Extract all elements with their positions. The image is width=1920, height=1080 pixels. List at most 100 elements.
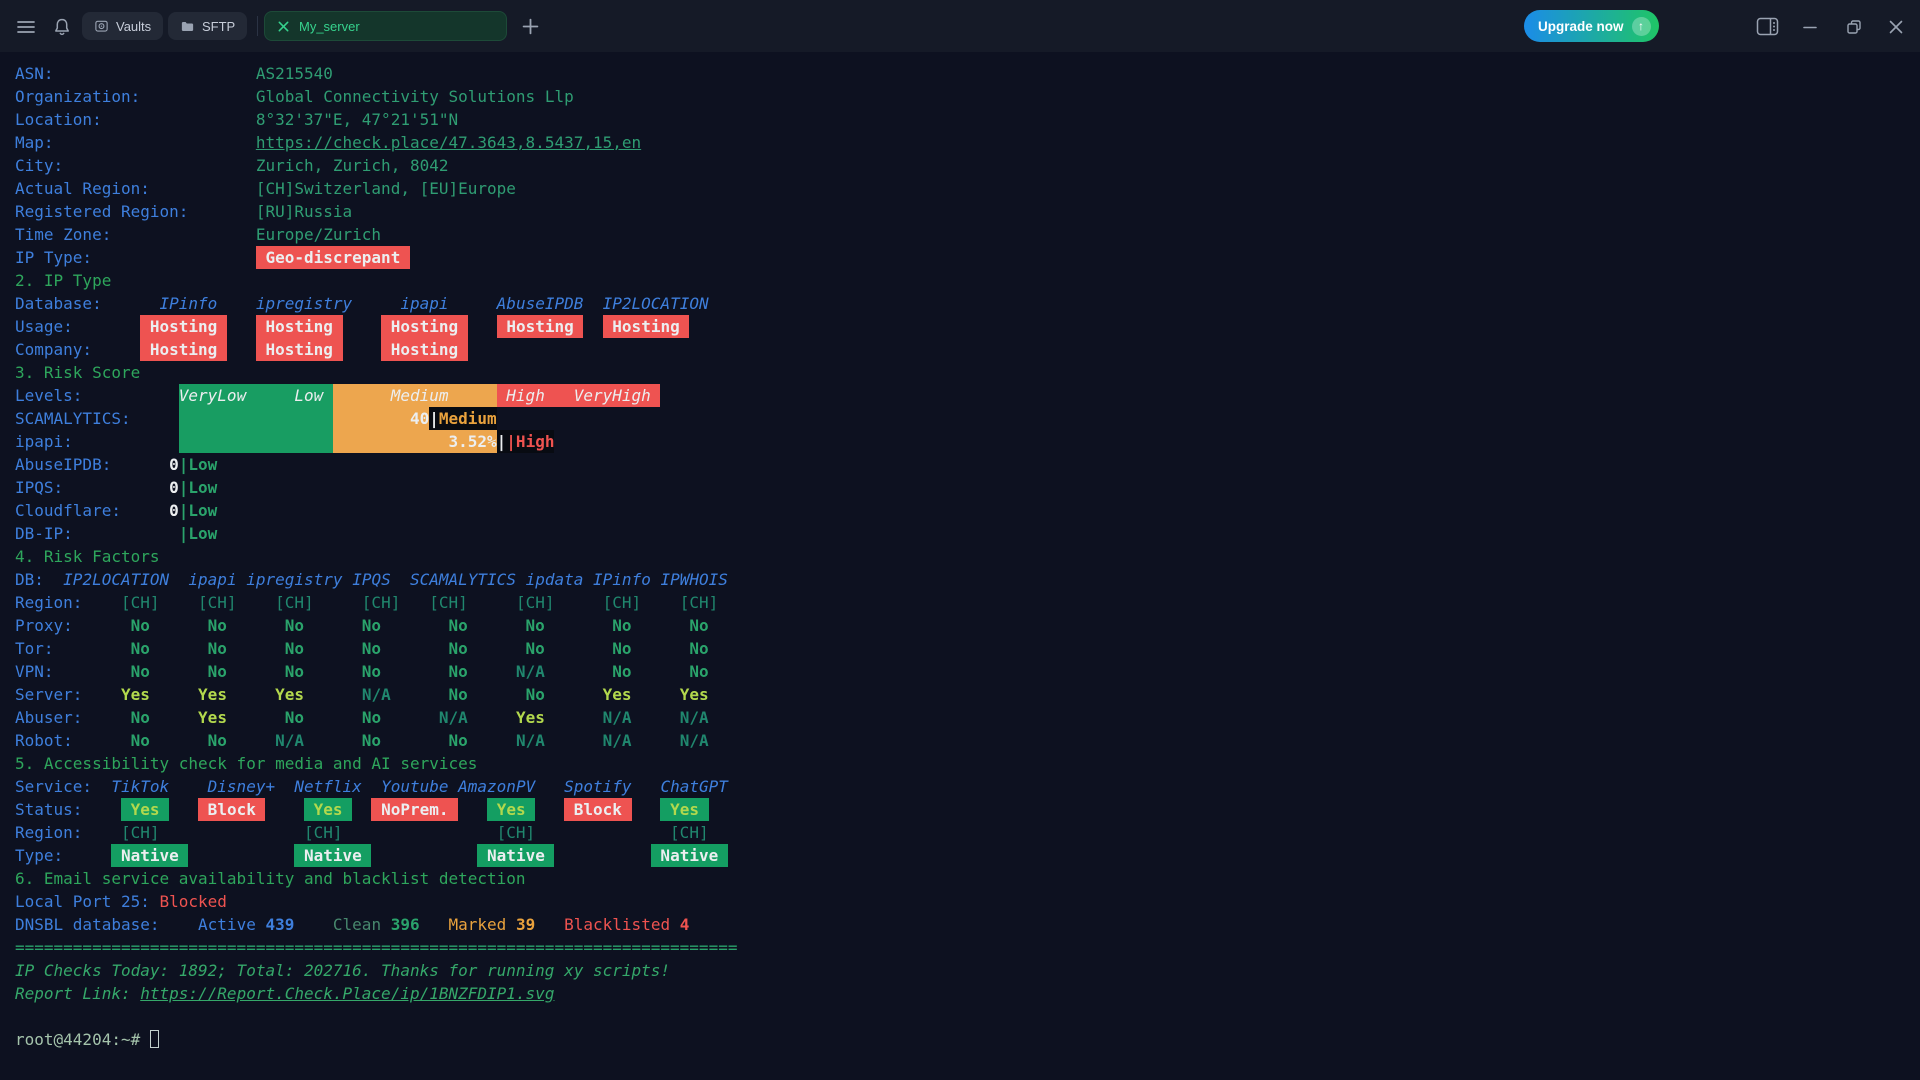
terminal-spacer (169, 568, 188, 591)
terminal-text: No (612, 637, 631, 660)
terminal-spacer (381, 637, 448, 660)
terminal-spacer (54, 62, 256, 85)
terminal-spacer (545, 729, 603, 752)
terminal-text: N/A (603, 729, 632, 752)
terminal-spacer (73, 522, 179, 545)
terminal-spacer (304, 614, 362, 637)
terminal-spacer (352, 292, 400, 315)
terminal-spacer (371, 844, 477, 867)
terminal-text: High VeryHigh (497, 384, 661, 407)
restore-window-icon[interactable] (1846, 19, 1862, 35)
close-window-icon[interactable] (1888, 19, 1904, 35)
terminal-text: Robot: (15, 729, 73, 752)
terminal-text: Hosting (256, 338, 343, 361)
terminal-text: VPN: (15, 660, 54, 683)
folder-icon (180, 19, 195, 34)
terminal-text: No (448, 660, 467, 683)
sidebar-toggle-icon[interactable] (1756, 17, 1779, 36)
terminal-spacer (54, 637, 131, 660)
terminal-text: Service: (15, 775, 92, 798)
terminal-text: Block (564, 798, 631, 821)
sftp-button[interactable]: SFTP (168, 12, 247, 40)
terminal-spacer (583, 315, 602, 338)
terminal-spacer (314, 591, 362, 614)
terminal-spacer (545, 614, 612, 637)
terminal-spacer (160, 913, 199, 936)
terminal-text: 39 (516, 913, 535, 936)
terminal-text: Cloudflare: (15, 499, 121, 522)
hamburger-menu-icon[interactable] (16, 17, 36, 37)
terminal-spacer (381, 729, 448, 752)
terminal-spacer (54, 131, 256, 154)
tab-label: My_server (299, 19, 360, 34)
terminal-text: Global Connectivity Solutions Llp (256, 85, 574, 108)
terminal-text: DNSBL database: (15, 913, 160, 936)
terminal-text: N/A (680, 706, 709, 729)
report-link[interactable]: https://Report.Check.Place/ip/1BNZFDIP1.… (140, 982, 554, 1005)
terminal-text: root@44204:~# (15, 1028, 150, 1051)
terminal-spacer (150, 177, 256, 200)
terminal-line: Server: Yes Yes Yes N/A No No Yes Yes (15, 683, 737, 706)
terminal-spacer (458, 798, 487, 821)
terminal-line: Actual Region: [CH]Switzerland, [EU]Euro… (15, 177, 737, 200)
terminal-text: [CH] (121, 821, 160, 844)
close-tab-icon[interactable] (277, 20, 290, 33)
terminal-spacer (227, 683, 275, 706)
terminal-text: Marked (449, 913, 516, 936)
terminal-spacer (82, 384, 178, 407)
terminal-spacer (73, 614, 131, 637)
terminal-spacer (275, 775, 294, 798)
terminal-text: Database: (15, 292, 102, 315)
terminal-spacer (632, 775, 661, 798)
terminal-spacer (545, 683, 603, 706)
terminal-spacer (265, 798, 304, 821)
terminal-text: Tor: (15, 637, 54, 660)
terminal-text: No (362, 614, 381, 637)
terminal-text: Yes (198, 683, 227, 706)
terminal-text: Spotify (564, 775, 631, 798)
terminal-text: City: (15, 154, 63, 177)
terminal-spacer (131, 407, 179, 430)
terminal-text: Yes (603, 683, 632, 706)
tab-my-server[interactable]: My_server (264, 11, 507, 41)
upgrade-now-button[interactable]: Upgrade now ↑ (1524, 10, 1659, 42)
terminal-text: Location: (15, 108, 102, 131)
terminal-text: [RU]Russia (256, 200, 352, 223)
terminal-spacer (304, 683, 362, 706)
sftp-label: SFTP (202, 19, 235, 34)
map-link[interactable]: https://check.place/47.3643,8.5437,15,en (256, 131, 641, 154)
terminal-text: No (131, 729, 150, 752)
terminal-line: Cloudflare: 0|Low (15, 499, 737, 522)
terminal-spacer (150, 614, 208, 637)
terminal-text: Report Link: (15, 982, 140, 1005)
terminal-text: Native (294, 844, 371, 867)
upgrade-arrow-icon: ↑ (1632, 17, 1651, 36)
terminal-spacer (63, 476, 169, 499)
new-tab-plus-icon[interactable] (522, 18, 539, 35)
terminal-text: 2. IP Type (15, 269, 111, 292)
terminal-line: Organization: Global Connectivity Soluti… (15, 85, 737, 108)
terminal-text: Native (477, 844, 554, 867)
terminal-line: Time Zone: Europe/Zurich (15, 223, 737, 246)
terminal-text: No (362, 660, 381, 683)
terminal-output[interactable]: ASN: AS215540Organization: Global Connec… (15, 62, 737, 1051)
terminal-text: No (362, 637, 381, 660)
terminal-text: TikTok (111, 775, 169, 798)
terminal-text: Actual Region: (15, 177, 150, 200)
notifications-bell-icon[interactable] (52, 17, 72, 37)
vaults-button[interactable]: Vaults (82, 12, 163, 40)
terminal-text: 6. Email service availability and blackl… (15, 867, 526, 890)
terminal-text: Medium (333, 384, 497, 407)
terminal-text: 439 (265, 913, 294, 936)
minimize-window-icon[interactable] (1802, 19, 1818, 35)
terminal-text: SCAMALYTICS: (15, 407, 131, 430)
terminal-text: 396 (391, 913, 420, 936)
terminal-text: No (449, 729, 468, 752)
terminal-text: Yes (121, 798, 169, 821)
terminal-spacer (468, 706, 516, 729)
terminal-spacer (545, 706, 603, 729)
terminal-text: |Low (179, 499, 218, 522)
terminal-spacer (15, 1005, 25, 1028)
terminal-text: 40 (333, 407, 429, 430)
terminal-spacer (362, 775, 381, 798)
